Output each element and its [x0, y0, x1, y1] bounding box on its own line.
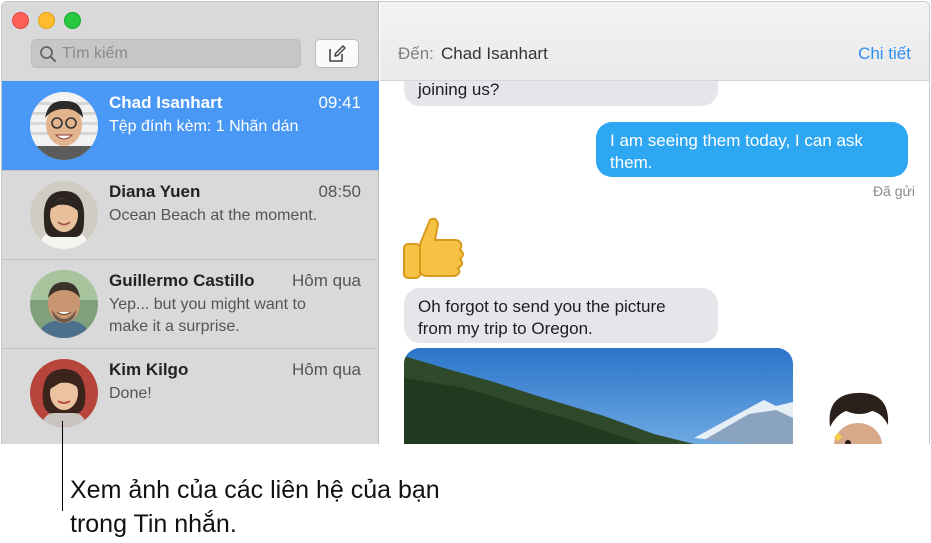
- message-preview: Tệp đính kèm: 1 Nhãn dán: [109, 118, 299, 135]
- details-button[interactable]: Chi tiết: [858, 44, 911, 64]
- recipient-name[interactable]: Chad Isanhart: [441, 44, 548, 64]
- conversation-item-guillermo-castillo[interactable]: Guillermo Castillo Hôm qua Yep... but yo…: [2, 259, 379, 348]
- avatar: [30, 181, 98, 249]
- figure-caption: Xem ảnh của các liên hệ của bạn trong Ti…: [70, 476, 440, 538]
- sidebar: Chad Isanhart 09:41 Tệp đính kèm: 1 Nhãn…: [2, 2, 379, 444]
- messages-window: Chad Isanhart 09:41 Tệp đính kèm: 1 Nhãn…: [1, 1, 930, 444]
- contact-name: Guillermo Castillo: [109, 271, 255, 290]
- thumbs-up-sticker-icon[interactable]: [398, 214, 468, 286]
- close-window-button[interactable]: [12, 12, 29, 29]
- window-controls: [12, 12, 81, 29]
- search-input[interactable]: [62, 44, 282, 63]
- avatar: [30, 359, 98, 427]
- conversation-item-diana-yuen[interactable]: Diana Yuen 08:50 Ocean Beach at the mome…: [2, 170, 379, 259]
- message-preview: Yep... but you might want to make it a s…: [109, 296, 306, 335]
- message-preview: Done!: [109, 385, 152, 402]
- avatar: [30, 92, 98, 160]
- message-preview: Ocean Beach at the moment.: [109, 207, 318, 224]
- conversation-list: Chad Isanhart 09:41 Tệp đính kèm: 1 Nhãn…: [2, 81, 379, 437]
- conversation-item-chad-isanhart[interactable]: Chad Isanhart 09:41 Tệp đính kèm: 1 Nhãn…: [2, 81, 379, 170]
- search-field[interactable]: [31, 39, 301, 68]
- photo-attachment[interactable]: [404, 348, 793, 444]
- conversation-item-kim-kilgo[interactable]: Kim Kilgo Hôm qua Done!: [2, 348, 379, 437]
- outgoing-message-bubble[interactable]: I am seeing them today, I can ask them.: [596, 122, 908, 177]
- contact-name: Kim Kilgo: [109, 360, 189, 379]
- memoji-sticker-icon[interactable]: [812, 387, 904, 444]
- search-icon: [40, 45, 56, 62]
- message-time: Hôm qua: [292, 360, 361, 379]
- delivery-status: Đã gửi: [872, 183, 915, 199]
- contact-name: Diana Yuen: [109, 182, 201, 201]
- compose-icon: [329, 44, 346, 62]
- chat-pane: joining us? I am seeing them today, I ca…: [380, 2, 929, 444]
- recipient-label: Đến:: [398, 44, 434, 63]
- zoom-window-button[interactable]: [64, 12, 81, 29]
- contact-name: Chad Isanhart: [109, 93, 223, 112]
- message-time: 09:41: [318, 93, 361, 112]
- message-time: Hôm qua: [292, 271, 361, 290]
- conversation-header: Đến: Chad Isanhart Chi tiết: [380, 2, 929, 81]
- avatar: [30, 270, 98, 338]
- message-time: 08:50: [318, 182, 361, 201]
- callout-line: [62, 421, 63, 511]
- compose-button[interactable]: [315, 39, 359, 68]
- incoming-message-bubble[interactable]: Oh forgot to send you the picture from m…: [404, 288, 718, 343]
- minimize-window-button[interactable]: [38, 12, 55, 29]
